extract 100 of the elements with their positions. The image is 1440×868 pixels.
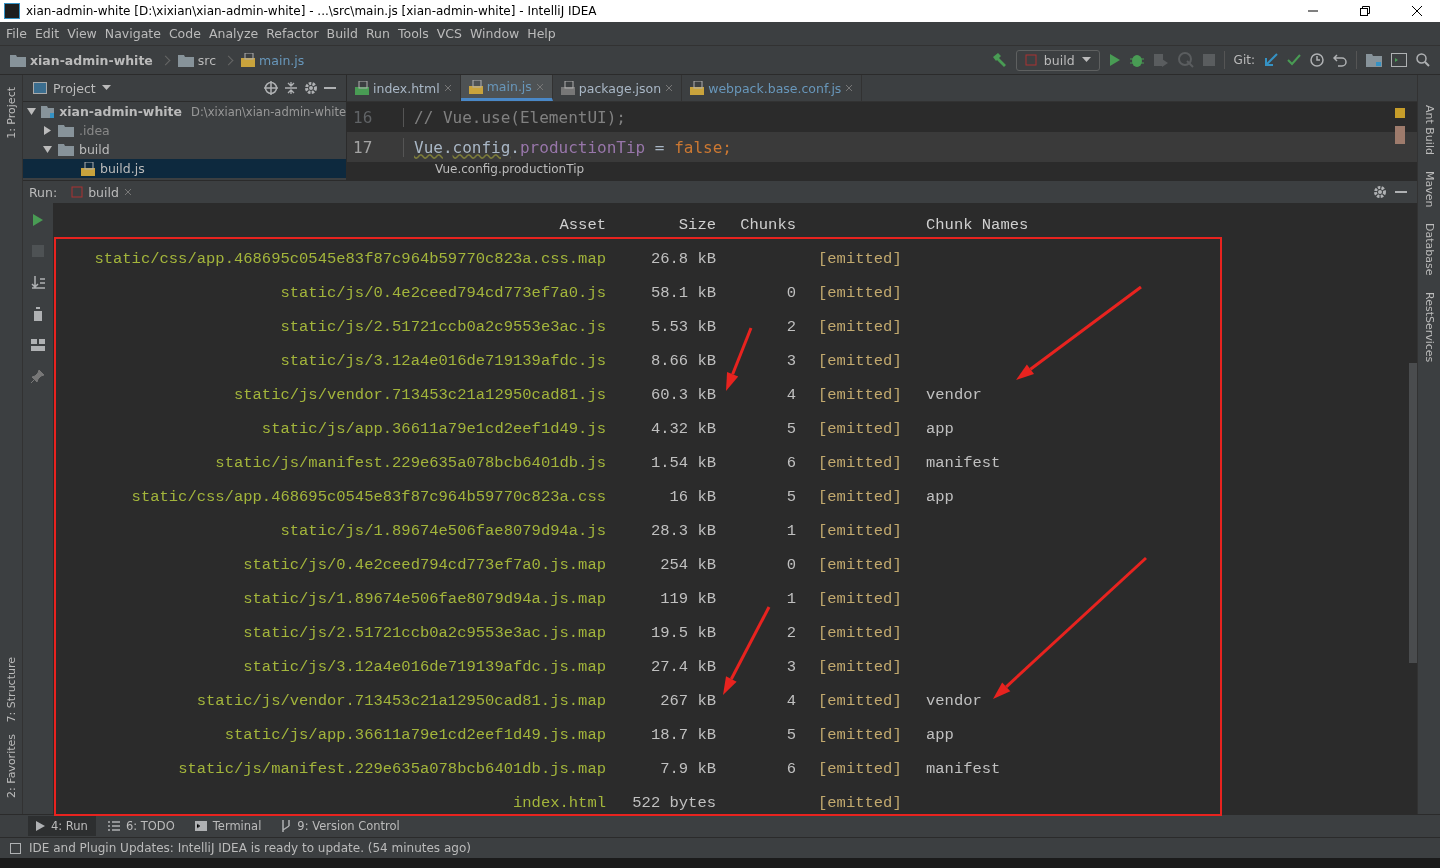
emitted-status: [emitted]	[818, 794, 902, 812]
chunk-id: 1	[786, 590, 796, 608]
asset-path: static/css/app.468695c0545e83f87c964b59770c823a.css	[130, 488, 606, 506]
terminal-window-icon[interactable]	[1391, 53, 1407, 67]
layout-icon[interactable]	[31, 339, 45, 351]
emitted-status: [emitted]	[818, 522, 902, 540]
asset-size: 119 kB	[659, 590, 716, 608]
tool-window-tab[interactable]: 7: Structure	[4, 650, 18, 729]
menu-item[interactable]: VCS	[432, 26, 466, 41]
scrollbar[interactable]	[1409, 363, 1417, 663]
chunk-name: app	[926, 420, 954, 438]
tree-item[interactable]: .idea	[23, 121, 346, 140]
chunk-id: 3	[786, 658, 796, 676]
tool-window-tab[interactable]: 2: Favorites	[4, 728, 18, 804]
branch-icon	[281, 820, 292, 832]
menu-item[interactable]: Run	[362, 26, 394, 41]
asset-path: static/css/app.468695c0545e83f87c964b59770c823a.css.map	[93, 250, 606, 268]
editor-tab[interactable]: package.json	[552, 75, 683, 101]
project-structure-icon[interactable]	[1366, 53, 1382, 67]
error-stripe	[1395, 108, 1405, 144]
asset-size: 254 kB	[659, 556, 716, 574]
emitted-status: [emitted]	[818, 590, 902, 608]
app-logo-icon	[4, 3, 20, 19]
bug-icon[interactable]	[1129, 53, 1144, 67]
menu-item[interactable]: Build	[322, 26, 362, 41]
asset-path: static/js/0.4e2ceed794cd773ef7a0.js.map	[242, 556, 606, 574]
editor-tab[interactable]: webpack.base.conf.js	[682, 75, 863, 101]
run-configuration-dropdown[interactable]: build	[1015, 49, 1100, 71]
tool-window-tab[interactable]: 9: Version Control	[273, 816, 408, 836]
asset-path: static/js/3.12a4e016de719139afdc.js	[279, 352, 606, 370]
notification-icon[interactable]	[10, 842, 21, 854]
tree-item[interactable]: xian-admin-white D:\xixian\xian-admin-white	[23, 102, 346, 121]
asset-size: 27.4 kB	[649, 658, 716, 676]
tool-window-tab[interactable]: 6: TODO	[99, 816, 183, 836]
chunk-id: 2	[786, 318, 796, 336]
folder-icon	[40, 105, 55, 118]
asset-size: 58.1 kB	[649, 284, 716, 302]
checkmark-icon[interactable]	[1287, 54, 1301, 66]
run-icon[interactable]	[1108, 53, 1121, 67]
asset-path: static/js/vendor.713453c21a12950cad81.js.map	[195, 692, 606, 710]
expand-arrow-icon[interactable]	[27, 107, 36, 116]
chunk-name: vendor	[926, 692, 982, 710]
chunk-id: 2	[786, 624, 796, 642]
tool-window-tab[interactable]: Maven	[1422, 170, 1436, 208]
collapse-icon[interactable]	[284, 81, 298, 95]
target-icon[interactable]	[264, 81, 278, 95]
asset-size: 267 kB	[659, 692, 716, 710]
run-icon	[36, 821, 45, 831]
menu-item[interactable]: Tools	[393, 26, 433, 41]
tool-window-tab[interactable]: RestServices	[1422, 291, 1436, 363]
tree-item[interactable]: build	[23, 140, 346, 159]
tool-window-tab[interactable]: Ant Build	[1422, 105, 1436, 155]
asset-size: 28.3 kB	[649, 522, 716, 540]
menu-item[interactable]: File	[2, 26, 31, 41]
breadcrumb[interactable]: src	[197, 52, 217, 68]
asset-size: 60.3 kB	[649, 386, 716, 404]
breadcrumb[interactable]: xian-admin-white	[30, 52, 153, 68]
tool-window-tab[interactable]: 1: Project	[4, 81, 18, 145]
menu-item[interactable]: Help	[523, 26, 560, 41]
menu-item[interactable]: Window	[466, 26, 524, 41]
menu-item[interactable]: Code	[164, 26, 205, 41]
tool-window-tab[interactable]: 4: Run	[28, 816, 96, 836]
menu-item[interactable]: Navigate	[100, 26, 165, 41]
breadcrumb[interactable]: main.js	[259, 52, 305, 68]
asset-size: 5.53 kB	[649, 318, 716, 336]
pin-icon[interactable]	[31, 369, 45, 383]
menu-item[interactable]: Analyze	[204, 26, 263, 41]
settings-icon[interactable]	[1373, 185, 1387, 199]
menu-item[interactable]: Refactor	[262, 26, 323, 41]
tree-item[interactable]: build.js	[23, 159, 346, 178]
search-icon[interactable]	[1416, 53, 1430, 67]
settings-icon[interactable]	[304, 81, 318, 95]
asset-size: 19.5 kB	[649, 624, 716, 642]
chunk-id: 4	[786, 692, 796, 710]
update-arrow-icon[interactable]	[1264, 53, 1278, 67]
asset-path: static/js/2.51721ccb0a2c9553e3ac.js	[279, 318, 606, 336]
trash-icon[interactable]	[32, 307, 44, 321]
emitted-status: [emitted]	[818, 386, 902, 404]
sort-icon[interactable]	[31, 275, 45, 289]
tool-window-tab[interactable]: Database	[1422, 223, 1436, 276]
rerun-icon[interactable]	[32, 213, 44, 227]
close-icon[interactable]	[1411, 5, 1423, 17]
project-view-dropdown[interactable]: Project	[53, 80, 96, 96]
chunk-id: 0	[786, 556, 796, 574]
run-tab[interactable]: build	[65, 184, 138, 200]
emitted-status: [emitted]	[818, 556, 902, 574]
config-icon	[71, 186, 84, 198]
caret-icon[interactable]	[101, 85, 111, 91]
asset-path: static/js/3.12a4e016de719139afdc.js.map	[242, 658, 606, 676]
menu-item[interactable]: Edit	[30, 26, 64, 41]
tool-window-tab[interactable]: Terminal	[186, 816, 270, 836]
hammer-icon[interactable]	[990, 52, 1007, 68]
emitted-status: [emitted]	[818, 352, 902, 370]
menu-item[interactable]: View	[63, 26, 101, 41]
emitted-status: [emitted]	[818, 318, 902, 336]
undo-icon[interactable]	[1333, 53, 1347, 67]
editor-tab[interactable]: index.html	[347, 75, 461, 101]
clock-icon[interactable]	[1310, 53, 1324, 67]
restore-icon[interactable]	[1359, 5, 1371, 17]
emitted-status: [emitted]	[818, 760, 902, 778]
